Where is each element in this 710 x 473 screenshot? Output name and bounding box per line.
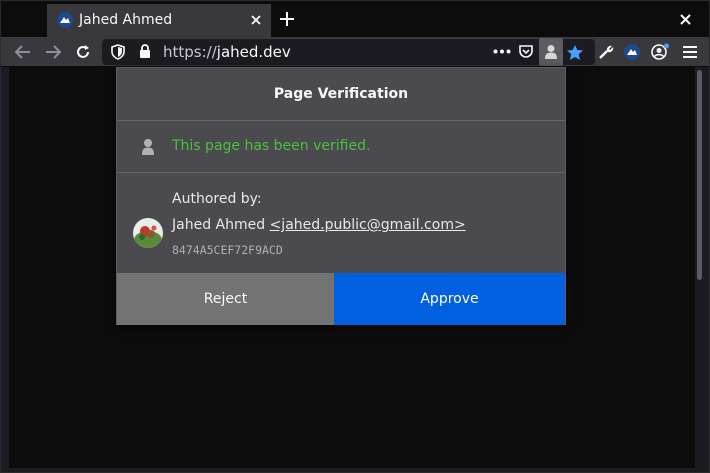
tools-button[interactable] [596,42,616,62]
author-email-link[interactable]: <jahed.public@gmail.com> [270,217,466,233]
url-bar[interactable]: https://jahed.dev [102,39,595,65]
popup-header: Page Verification [117,68,565,121]
wrench-icon [599,45,614,59]
user-icon [142,139,154,155]
verification-status-row: This page has been verified. [117,121,565,173]
lock-icon[interactable] [139,44,151,59]
tab-jahed-ahmed[interactable]: Jahed Ahmed [47,4,271,37]
jahed-extension-button[interactable] [622,42,642,62]
url-host: jahed.dev [216,43,291,61]
author-avatar-image [133,218,163,248]
hamburger-menu-icon [683,46,697,58]
shield-icon[interactable] [111,44,125,60]
popup-title: Page Verification [273,86,409,102]
tab-title: Jahed Ahmed [79,12,173,28]
author-identity: Jahed Ahmed <jahed.public@gmail.com> [172,217,466,233]
more-actions-icon[interactable] [493,49,511,54]
window-close-icon[interactable] [680,14,691,25]
forward-arrow-icon [46,45,62,59]
url-scheme: https:// [163,43,217,61]
scrollbar-thumb[interactable] [697,70,702,280]
author-section: Authored by: Jahed Ahmed <jahed.public@g… [117,174,565,274]
nav-toolbar: https://jahed.dev [1,37,709,67]
url-text[interactable]: https://jahed.dev [163,43,291,61]
bookmark-star-icon [567,44,583,60]
account-button[interactable] [650,42,670,62]
author-avatar [133,218,163,248]
jahed-extension-icon [624,44,640,60]
page-scrollbar[interactable] [695,67,705,468]
reject-button[interactable]: Reject [117,273,334,325]
forward-button[interactable] [43,42,63,62]
jahed-logo-icon [57,12,73,28]
browser-window: Jahed Ahmed https://jahed.dev Page Verif… [0,0,710,473]
account-icon [651,43,669,60]
key-fingerprint: 8474A5CEF72F9ACD [172,243,283,257]
author-label: Authored by: [172,191,262,207]
reload-icon [77,45,89,58]
back-button[interactable] [13,42,33,62]
pocket-icon[interactable] [518,44,534,60]
page-verification-extension-icon [545,45,557,59]
page-verification-popup: Page Verification This page has been ver… [116,67,566,325]
main-menu-button[interactable] [680,42,700,62]
bookmark-button[interactable] [565,42,585,62]
new-tab-icon[interactable] [279,11,295,27]
close-tab-icon[interactable] [249,13,263,27]
reload-button[interactable] [73,42,93,62]
page-verification-button[interactable] [539,38,563,66]
author-name: Jahed Ahmed [172,217,266,233]
approve-button[interactable]: Approve [334,273,565,325]
back-arrow-icon [14,45,30,59]
tab-strip: Jahed Ahmed [1,1,709,37]
verification-status-text: This page has been verified. [172,138,371,154]
